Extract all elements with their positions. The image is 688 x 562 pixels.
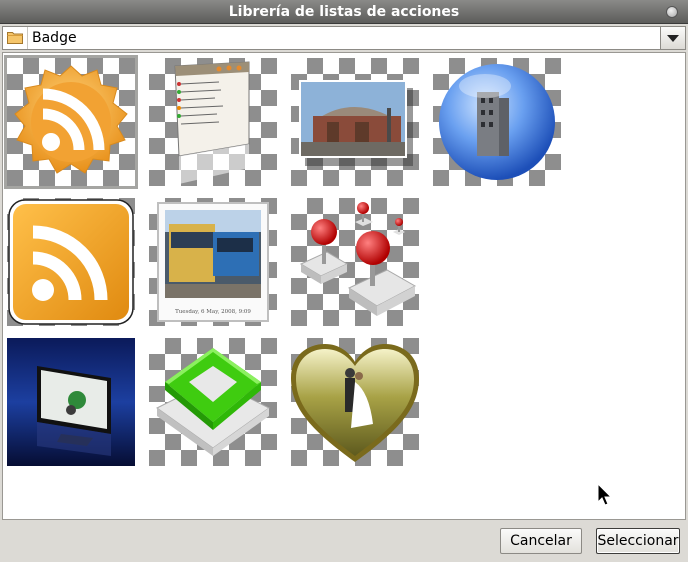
chevron-down-icon — [667, 35, 679, 42]
folder-icon — [7, 32, 23, 44]
thumbnail-rss-badge-sunburst[interactable] — [4, 55, 138, 189]
thumbnail-blue-sphere-photo[interactable] — [433, 58, 561, 186]
collection-dropdown[interactable]: Badge — [2, 26, 686, 50]
heart-photo-image — [291, 344, 419, 462]
thumbnail-app-window-perspective[interactable] — [149, 58, 277, 186]
thumbnail-phatch-monitor[interactable] — [7, 338, 135, 466]
building-photo-image — [299, 80, 413, 166]
dropdown-value: Badge — [32, 30, 77, 46]
app-window-image — [174, 61, 250, 184]
thumbnail-heart-wedding-photo[interactable] — [291, 338, 419, 466]
dropdown-toggle-button[interactable] — [660, 27, 685, 49]
mouse-cursor-icon — [597, 483, 613, 506]
sphere-image — [439, 64, 555, 180]
polaroid-caption: Tuesday, 6 May, 2008, 9:09 — [175, 309, 251, 315]
rss-badge-icon — [14, 65, 128, 174]
select-button[interactable]: Seleccionar — [596, 528, 680, 554]
thumbnail-tram-polaroid[interactable]: Tuesday, 6 May, 2008, 9:09 — [149, 198, 277, 326]
thumbnail-red-pushpins[interactable] — [291, 198, 419, 326]
rss-rounded-icon — [8, 199, 134, 325]
pushpins-image — [299, 202, 417, 316]
title-bar: Librería de listas de acciones — [0, 0, 688, 24]
tram-polaroid-image: Tuesday, 6 May, 2008, 9:09 — [157, 202, 269, 322]
window-title: Librería de listas de acciones — [228, 4, 460, 20]
window-close-button[interactable] — [666, 6, 678, 18]
cancel-button[interactable]: Cancelar — [500, 528, 582, 554]
thumbnail-rss-rounded-square[interactable] — [7, 198, 135, 326]
thumbnail-grid: Tuesday, 6 May, 2008, 9:09 — [2, 52, 686, 520]
monitor-image — [7, 338, 135, 466]
diamond-frame-image — [156, 348, 270, 456]
thumbnail-building-photo-shadow[interactable] — [291, 58, 419, 186]
thumbnail-green-diamond-frame[interactable] — [149, 338, 277, 466]
